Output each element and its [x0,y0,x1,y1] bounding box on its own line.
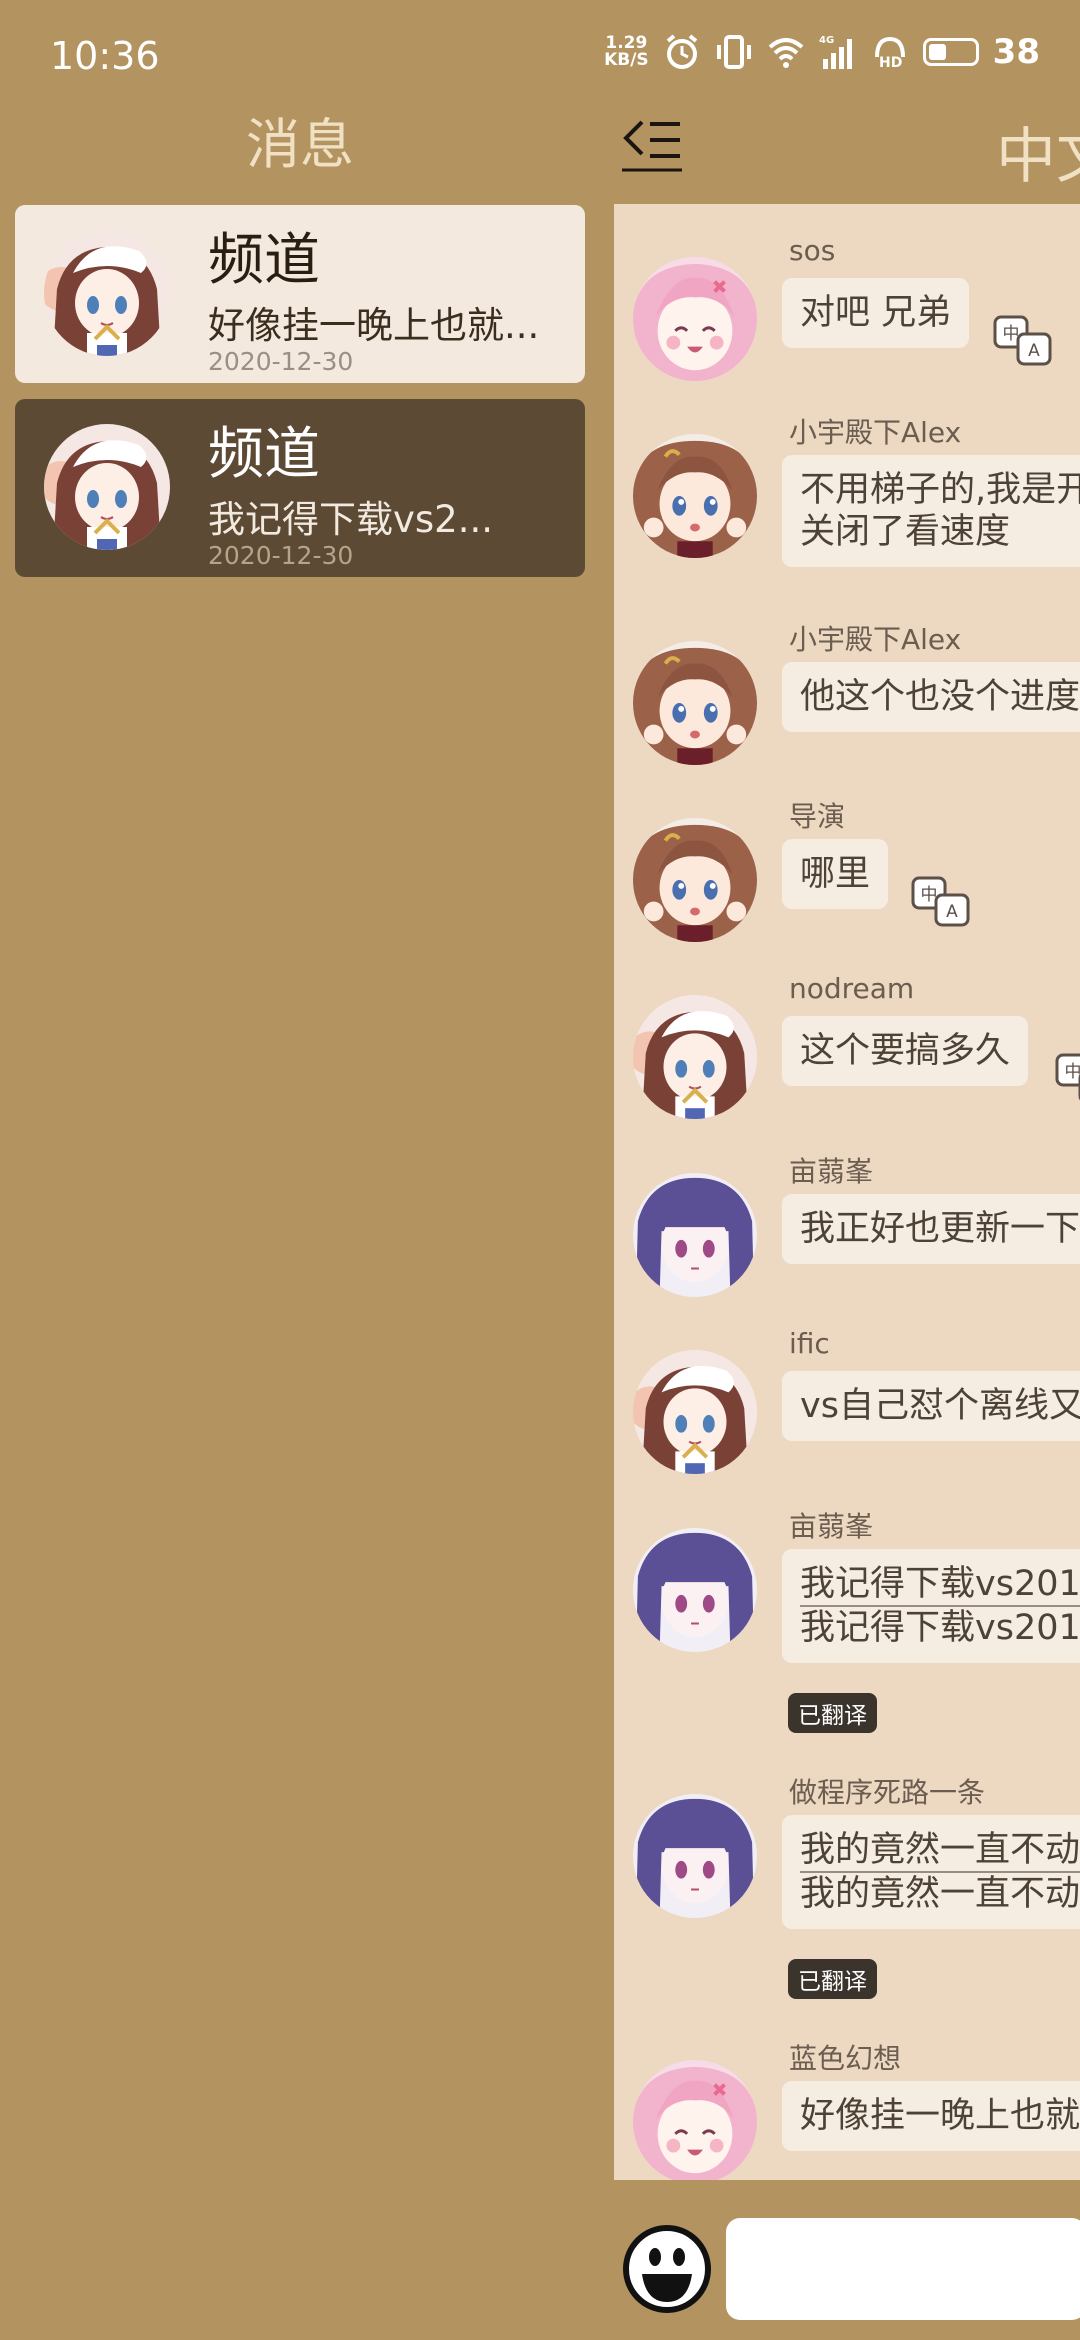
hd-headset-icon: HD [874,36,905,71]
avatar [43,423,171,551]
message-sender: 亩蒻峯 [789,1510,874,1543]
svg-text:4G: 4G [819,35,834,46]
conversation-preview: 好像挂一晚上也就... [208,304,540,347]
message-sender: ific [789,1327,830,1360]
message-sender: sos [789,234,836,267]
translate-icon[interactable] [992,314,1054,368]
translated-text: 我的竟然一直不动 [800,1874,1080,1914]
conversation-name: 频道 [208,228,320,293]
message-sender: 导演 [789,800,846,833]
chat-title: 中文 [996,122,1080,192]
original-text: 我记得下载vs2017 [800,1563,1080,1607]
translate-icon[interactable] [1054,1052,1080,1106]
message-sender: 蓝色幻想 [789,2042,902,2075]
conversation-name: 频道 [208,422,320,487]
message-bubble[interactable]: 不用梯子的,我是开 关闭了看速度 [782,455,1080,567]
network-speed: 1.29 KB/S [604,35,649,69]
translated-text: 我记得下载vs2017 [800,1608,1080,1648]
avatar[interactable] [632,1349,758,1475]
message-bubble[interactable]: vs自己怼个离线又 [782,1371,1080,1441]
avatar[interactable] [632,1793,758,1919]
avatar[interactable] [632,433,758,559]
message-sender: nodream [789,972,915,1005]
status-time: 10:36 [50,34,160,78]
avatar[interactable] [632,640,758,766]
message-bubble[interactable]: 好像挂一晚上也就 [782,2081,1080,2151]
messages-title: 消息 [246,113,354,176]
message-bubble[interactable]: 对吧 兄弟 [782,278,970,348]
avatar[interactable] [632,1527,758,1653]
network-speed-unit: KB/S [604,50,649,70]
translate-icon[interactable] [910,875,972,929]
avatar [43,229,171,357]
message-bubble[interactable]: 我记得下载vs2017 我记得下载vs2017 [782,1549,1080,1663]
wifi-icon [768,38,803,68]
message-sender: 亩蒻峯 [789,1155,874,1188]
status-bar: 10:36 1.29 KB/S 4G HD 38 [0,0,1080,110]
back-menu-icon[interactable] [620,110,684,172]
message-bubble[interactable]: 这个要搞多久 [782,1016,1029,1086]
battery-level: 38 [992,32,1040,72]
battery-fill [928,44,946,60]
message-bubble[interactable]: 他这个也没个进度 [782,662,1080,732]
avatar[interactable] [632,817,758,943]
battery-icon [922,38,979,66]
message-bubble[interactable]: 哪里 [782,839,889,909]
message-sender: 做程序死路一条 [789,1776,986,1809]
emoji-icon[interactable] [622,2224,712,2314]
avatar[interactable] [632,994,758,1120]
message-bubble[interactable]: 我正好也更新一下 [782,1194,1080,1264]
chat-message-list[interactable]: sos 对吧 兄弟 小宇殿下Alex 不用梯子的,我是开 关闭了看速度 小宇殿下… [614,204,1080,2180]
conversation-date: 2020-12-30 [208,541,354,570]
avatar[interactable] [632,1172,758,1298]
conversation-date: 2020-12-30 [208,347,354,376]
alarm-icon [666,34,697,69]
conversation-item[interactable]: 频道 好像挂一晚上也就... 2020-12-30 [15,205,585,383]
avatar[interactable] [632,256,758,382]
svg-text:HD: HD [879,55,902,71]
message-input[interactable] [726,2218,1080,2320]
message-sender: 小宇殿下Alex [789,416,962,449]
vibrate-icon [716,35,751,69]
avatar[interactable] [632,2059,758,2180]
translated-badge: 已翻译 [788,1959,877,1999]
message-sender: 小宇殿下Alex [789,623,962,656]
message-line: 不用梯子的,我是开 [800,470,1080,510]
original-text: 我的竟然一直不动 [800,1829,1080,1873]
translated-badge: 已翻译 [788,1693,877,1733]
message-bubble[interactable]: 我的竟然一直不动 我的竟然一直不动 [782,1815,1080,1929]
conversation-preview: 我记得下载vs2... [208,498,493,541]
signal-4g-icon: 4G [819,35,852,69]
status-icons: 1.29 KB/S 4G HD 38 [604,32,1040,72]
message-line: 关闭了看速度 [800,512,1011,552]
conversation-item[interactable]: 频道 我记得下载vs2... 2020-12-30 [15,399,585,577]
